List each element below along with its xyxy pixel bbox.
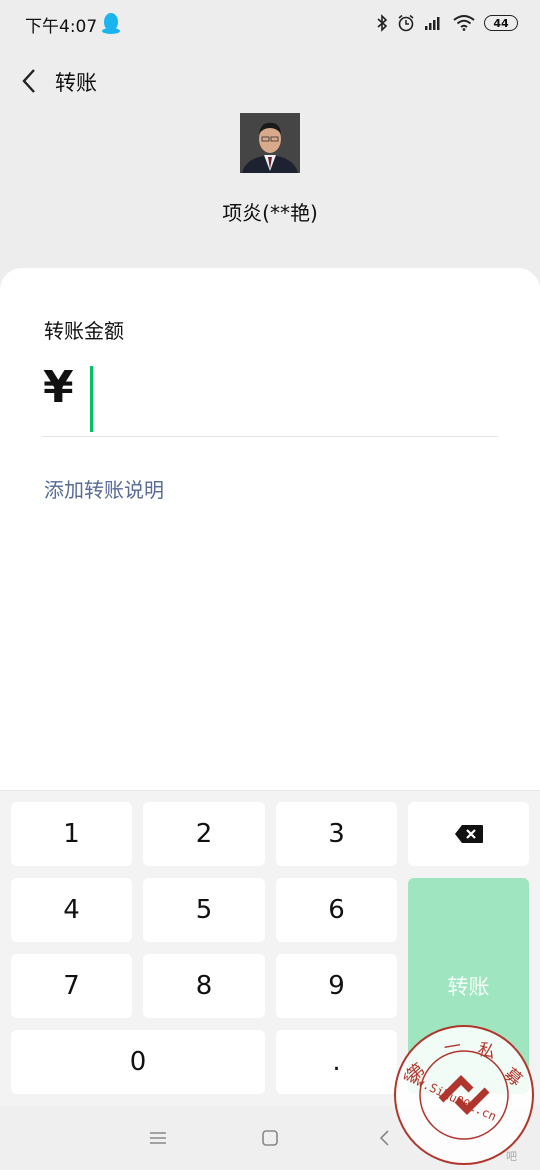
backspace-icon — [454, 825, 483, 843]
status-bar: 下午4:07 44 — [0, 0, 540, 48]
avatar[interactable] — [240, 113, 300, 173]
status-icons: 44 — [376, 12, 518, 34]
wifi-icon — [453, 15, 475, 31]
menu-icon — [150, 1132, 166, 1144]
signal-icon — [424, 15, 444, 31]
key-2[interactable]: 2 — [143, 802, 265, 866]
key-6[interactable]: 6 — [276, 878, 397, 942]
key-5[interactable]: 5 — [143, 878, 265, 942]
status-time: 下午4:07 — [25, 17, 98, 37]
key-8[interactable]: 8 — [143, 954, 265, 1018]
battery-icon: 44 — [484, 15, 518, 31]
watermark-stamp: 第 一 私 募 www.SiMu001.cn — [393, 1024, 535, 1166]
amount-input-caret[interactable] — [90, 366, 93, 432]
key-3[interactable]: 3 — [276, 802, 397, 866]
add-transfer-note-link[interactable]: 添加转账说明 — [44, 474, 164, 503]
amount-label: 转账金额 — [44, 319, 124, 343]
chevron-left-icon — [22, 69, 35, 93]
key-4[interactable]: 4 — [11, 878, 132, 942]
back-button[interactable] — [14, 66, 44, 96]
back-triangle-icon — [379, 1130, 389, 1146]
key-1[interactable]: 1 — [11, 802, 132, 866]
watermark-caption: 吧 — [506, 1150, 517, 1163]
home-square-icon — [262, 1130, 278, 1146]
alarm-icon — [397, 14, 415, 32]
key-9[interactable]: 9 — [276, 954, 397, 1018]
backspace-button[interactable] — [408, 802, 529, 866]
page-title: 转账 — [55, 71, 97, 95]
home-nav-button[interactable] — [256, 1124, 284, 1152]
bluetooth-icon — [376, 14, 388, 32]
key-7[interactable]: 7 — [11, 954, 132, 1018]
currency-symbol: ¥ — [43, 362, 74, 413]
amount-card: 转账金额 ¥ 添加转账说明 — [0, 268, 540, 790]
key-decimal[interactable]: . — [276, 1030, 397, 1094]
menu-nav-button[interactable] — [144, 1124, 172, 1152]
key-0[interactable]: 0 — [11, 1030, 265, 1094]
recipient-name: 项炎(**艳) — [222, 201, 318, 225]
watermark-char: 一 — [442, 1036, 462, 1059]
qq-penguin-icon — [101, 12, 121, 34]
amount-divider — [42, 436, 498, 437]
